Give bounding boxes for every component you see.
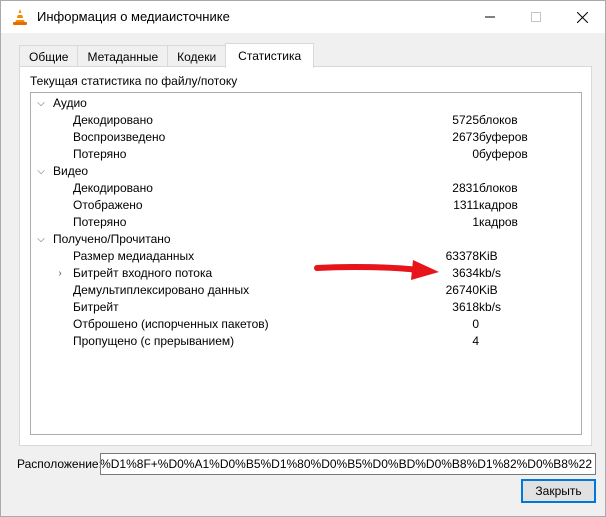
- table-row[interactable]: Декодировано 2831 блоков: [31, 180, 581, 197]
- table-row[interactable]: Декодировано 5725 блоков: [31, 112, 581, 129]
- stat-name: Декодировано: [73, 181, 153, 195]
- table-row[interactable]: Отброшено (испорченных пакетов) 0: [31, 316, 581, 333]
- maximize-button[interactable]: [513, 1, 559, 33]
- stat-name: Воспроизведено: [73, 130, 166, 144]
- stat-value: 0: [472, 317, 479, 331]
- stat-unit: буферов: [479, 130, 528, 144]
- location-label: Расположение:: [17, 457, 102, 471]
- tree-group-video[interactable]: ⌵ Видео: [31, 163, 581, 180]
- stat-unit: kb/s: [479, 266, 502, 280]
- stat-name: Декодировано: [73, 113, 153, 127]
- stat-unit: кадров: [479, 215, 518, 229]
- table-row[interactable]: Потеряно 0 буферов: [31, 146, 581, 163]
- table-row[interactable]: Демультиплексировано данных 26740 KiB: [31, 282, 581, 299]
- group-label-input: Получено/Прочитано: [53, 232, 171, 246]
- chevron-down-icon[interactable]: ⌵: [36, 163, 46, 180]
- table-row[interactable]: Пропущено (с прерыванием) 4: [31, 333, 581, 350]
- stat-unit: KiB: [479, 283, 498, 297]
- tab-statistics[interactable]: Статистика: [225, 43, 315, 68]
- table-row[interactable]: Воспроизведено 2673 буферов: [31, 129, 581, 146]
- group-label-video: Видео: [53, 164, 89, 178]
- close-icon: [576, 11, 588, 23]
- tab-metadata[interactable]: Метаданные: [77, 45, 169, 67]
- stat-value: 3618: [452, 300, 479, 314]
- location-field[interactable]: 0%B8%D1%8F+%D0%A1%D0%B5%D1%80%D0%B5%D0%B…: [100, 453, 596, 475]
- close-button[interactable]: Закрыть: [521, 479, 596, 503]
- table-row[interactable]: Потеряно 1 кадров: [31, 214, 581, 231]
- media-info-window: Информация о медиаисточнике Общие Метада…: [0, 0, 606, 517]
- stat-name: Демультиплексировано данных: [73, 283, 250, 297]
- tab-strip: Общие Метаданные Кодеки Статистика: [19, 43, 315, 68]
- tree-group-audio[interactable]: ⌵ Аудио: [31, 95, 581, 112]
- stat-unit: kb/s: [479, 300, 502, 314]
- tree-group-input[interactable]: ⌵ Получено/Прочитано: [31, 231, 581, 248]
- tab-general[interactable]: Общие: [19, 45, 79, 67]
- tab-codecs[interactable]: Кодеки: [167, 45, 227, 67]
- group-label-audio: Аудио: [53, 96, 87, 110]
- stat-unit: KiB: [479, 249, 498, 263]
- vlc-cone-icon: [13, 9, 27, 25]
- maximize-icon: [531, 12, 541, 22]
- statistics-group-label: Текущая статистика по файлу/потоку: [30, 74, 238, 88]
- stat-unit: блоков: [479, 181, 518, 195]
- chevron-down-icon[interactable]: ⌵: [36, 95, 46, 112]
- stat-value: 1311: [453, 198, 479, 212]
- table-row[interactable]: Битрейт 3618 kb/s: [31, 299, 581, 316]
- stat-unit: блоков: [479, 113, 518, 127]
- stat-value: 0: [472, 147, 479, 161]
- location-value: 0%B8%D1%8F+%D0%A1%D0%B5%D1%80%D0%B5%D0%B…: [100, 457, 592, 471]
- stat-value: 4: [472, 334, 479, 348]
- stat-value: 3634: [452, 266, 479, 280]
- table-row[interactable]: Размер медиаданных 63378 KiB: [31, 248, 581, 265]
- stat-unit: кадров: [479, 198, 518, 212]
- stat-value: 26740: [445, 283, 479, 297]
- title-bar[interactable]: Информация о медиаисточнике: [1, 1, 605, 33]
- stat-name: Отброшено (испорченных пакетов): [73, 317, 269, 331]
- stat-name: Пропущено (с прерыванием): [73, 334, 235, 348]
- stat-unit: буферов: [479, 147, 528, 161]
- chevron-right-icon[interactable]: ›: [55, 265, 65, 282]
- statistics-panel: Текущая статистика по файлу/потоку ⌵ Ауд…: [19, 66, 592, 446]
- table-row[interactable]: › Битрейт входного потока 3634 kb/s: [31, 265, 581, 282]
- red-arrow-annotation: [314, 260, 439, 280]
- stat-value: 5725: [452, 113, 479, 127]
- stat-name: Битрейт входного потока: [73, 266, 213, 280]
- statistics-tree[interactable]: ⌵ Аудио Декодировано 5725 блоков Воспрои…: [30, 92, 582, 435]
- minimize-icon: [485, 16, 495, 18]
- stat-value: 63378: [445, 249, 479, 263]
- table-row[interactable]: Отображено 1311 кадров: [31, 197, 581, 214]
- stat-value: 2673: [452, 130, 479, 144]
- minimize-button[interactable]: [467, 1, 513, 33]
- stat-value: 1: [472, 215, 479, 229]
- stat-name: Размер медиаданных: [73, 249, 195, 263]
- stat-name: Потеряно: [73, 215, 127, 229]
- chevron-down-icon[interactable]: ⌵: [36, 231, 46, 248]
- stat-value: 2831: [452, 181, 479, 195]
- stat-name: Битрейт: [73, 300, 119, 314]
- window-title: Информация о медиаисточнике: [37, 9, 230, 24]
- stat-name: Отображено: [73, 198, 143, 212]
- stat-name: Потеряно: [73, 147, 127, 161]
- window-close-button[interactable]: [559, 1, 605, 33]
